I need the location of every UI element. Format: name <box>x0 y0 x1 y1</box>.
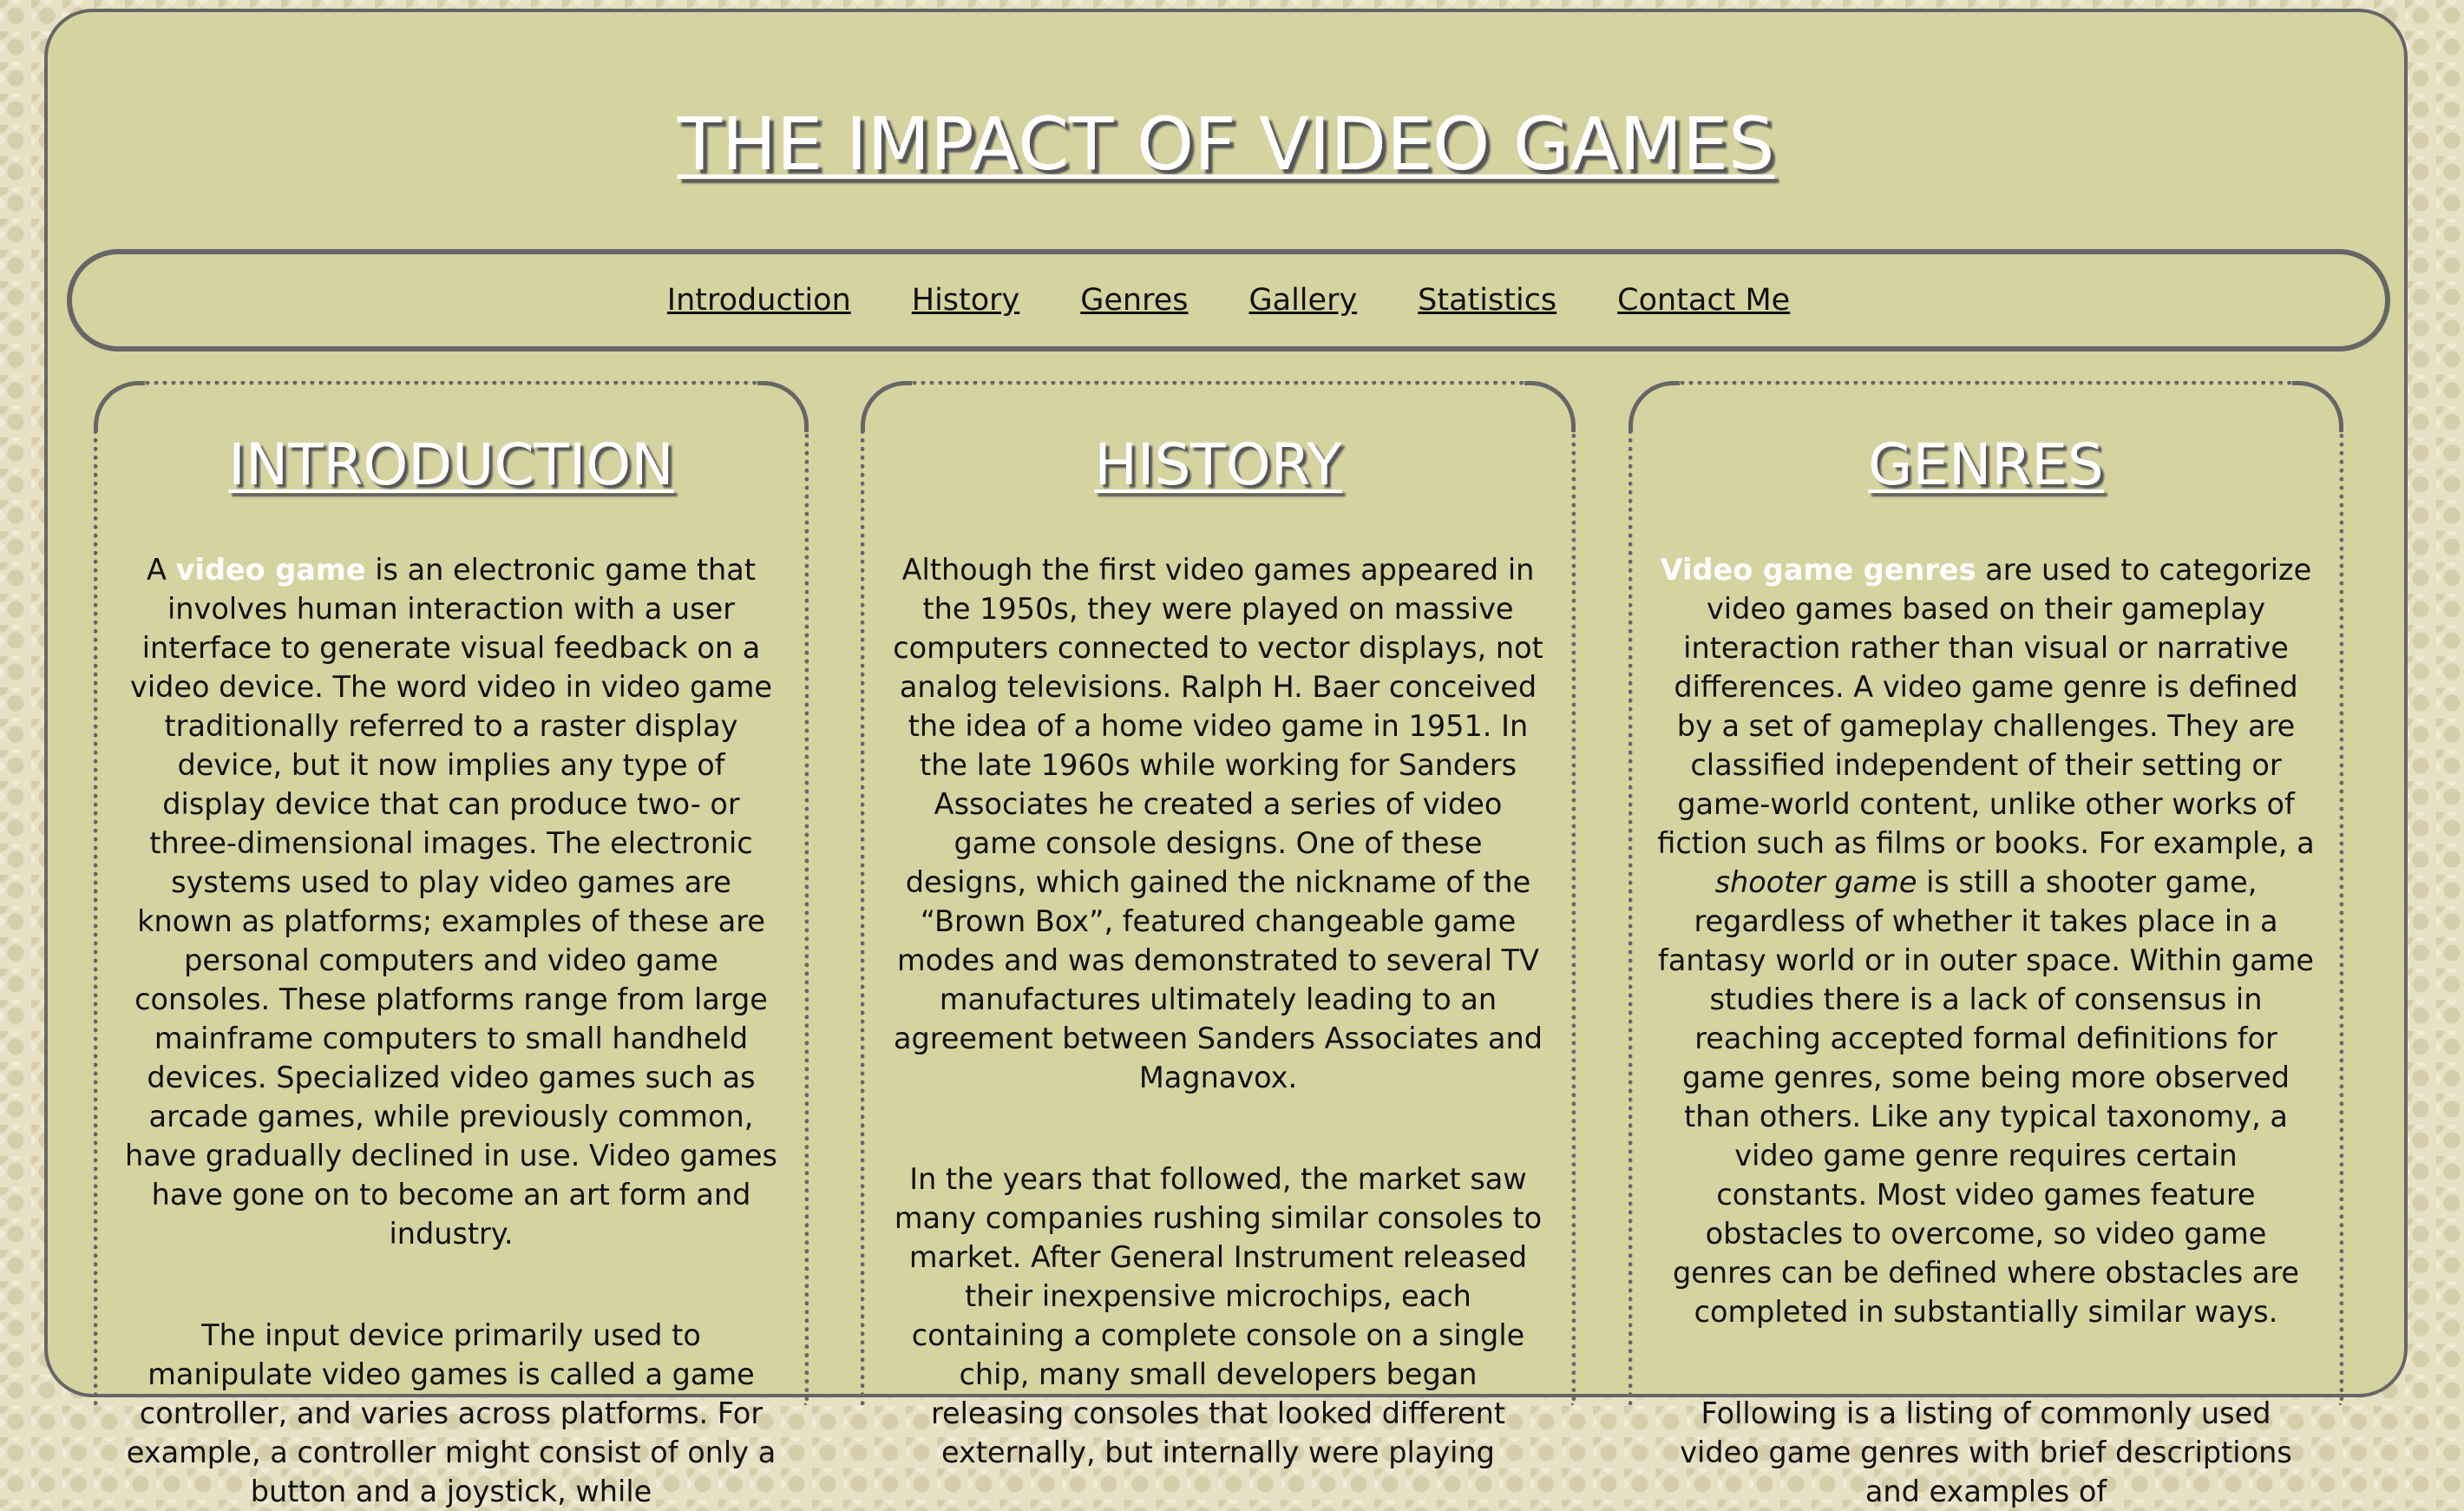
genres-paragraph-1: Video game genres are used to categorize… <box>1657 550 2315 1331</box>
nav-link-genres[interactable]: Genres <box>1080 283 1188 318</box>
history-heading: HISTORY <box>1094 431 1342 498</box>
history-section: HISTORY Although the first video games a… <box>861 381 1576 1469</box>
introduction-paragraph-1-lead: A <box>147 553 176 587</box>
genres-paragraph-1-a: are used to categorize video games based… <box>1657 553 2315 860</box>
genres-paragraph-2: Following is a listing of commonly used … <box>1680 1396 2292 1508</box>
history-paragraph-2: In the years that followed, the market s… <box>894 1162 1543 1469</box>
genres-section: GENRES Video game genres are used to cat… <box>1628 381 2343 1508</box>
site-title: THE IMPACT OF VIDEO GAMES <box>677 102 1775 187</box>
video-game-link[interactable]: video game <box>176 553 366 587</box>
nav-link-contact-me[interactable]: Contact Me <box>1617 283 1790 318</box>
nav-link-statistics[interactable]: Statistics <box>1418 283 1556 318</box>
history-paragraph-1: Although the first video games appeared … <box>893 553 1543 1094</box>
video-game-genres-link[interactable]: Video game genres <box>1661 553 1976 587</box>
shooter-game-emphasis: shooter game <box>1714 865 1917 899</box>
main-navigation: Introduction History Genres Gallery Stat… <box>67 249 2390 351</box>
introduction-heading: INTRODUCTION <box>228 431 674 498</box>
introduction-paragraph-2: The input device primarily used to manip… <box>126 1318 777 1508</box>
introduction-paragraph-1-rest: is an electronic game that involves huma… <box>125 553 777 1251</box>
nav-link-gallery[interactable]: Gallery <box>1249 283 1358 318</box>
history-body: Although the first video games appeared … <box>865 550 1571 1472</box>
genres-paragraph-1-b: is still a shooter game, regardless of w… <box>1658 865 2314 1329</box>
page-container: THE IMPACT OF VIDEO GAMES Introduction H… <box>44 9 2408 1508</box>
nav-link-history[interactable]: History <box>912 283 1020 318</box>
introduction-body: A video game is an electronic game that … <box>98 550 804 1511</box>
introduction-section: INTRODUCTION A video game is an electron… <box>94 381 809 1508</box>
nav-link-introduction[interactable]: Introduction <box>667 283 851 318</box>
introduction-paragraph-1: A video game is an electronic game that … <box>122 550 780 1253</box>
genres-body: Video game genres are used to categorize… <box>1633 550 2339 1511</box>
genres-heading: GENRES <box>1868 431 2104 498</box>
